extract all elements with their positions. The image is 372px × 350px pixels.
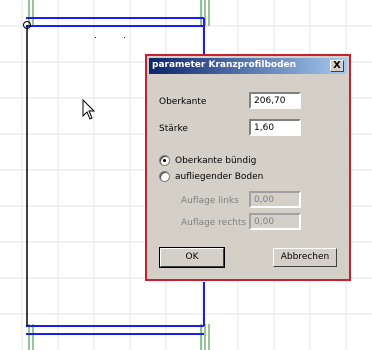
oberkante-buendig-label[interactable]: Oberkante bündig: [175, 156, 256, 166]
staerke-input[interactable]: 1,60: [249, 119, 301, 136]
oberkante-input[interactable]: 206,70: [249, 92, 301, 109]
dim-marks: [95, 37, 125, 38]
oberkante-buendig-radio[interactable]: [159, 155, 170, 166]
auflage-rechts-input[interactable]: 0,00: [249, 213, 301, 230]
arrow-cursor-icon: [82, 98, 96, 120]
parameter-dialog: parameter Kranzprofilboden X Oberkante 2…: [145, 54, 351, 281]
staerke-label: Stärke: [159, 124, 188, 134]
auflage-links-label: Auflage links: [181, 196, 239, 206]
dialog-title: parameter Kranzprofilboden: [152, 60, 297, 70]
auflage-rechts-label: Auflage rechts: [181, 218, 247, 228]
ok-button[interactable]: OK: [159, 247, 225, 268]
auflage-links-input[interactable]: 0,00: [249, 191, 301, 208]
radio-selected-dot: [163, 159, 166, 162]
aufliegender-boden-label[interactable]: aufliegender Boden: [175, 172, 263, 182]
cancel-button[interactable]: Abbrechen: [273, 248, 337, 267]
close-icon[interactable]: X: [330, 60, 344, 72]
aufliegender-boden-radio[interactable]: [159, 171, 170, 182]
dialog-titlebar[interactable]: parameter Kranzprofilboden X: [149, 58, 347, 74]
oberkante-label: Oberkante: [159, 97, 207, 107]
